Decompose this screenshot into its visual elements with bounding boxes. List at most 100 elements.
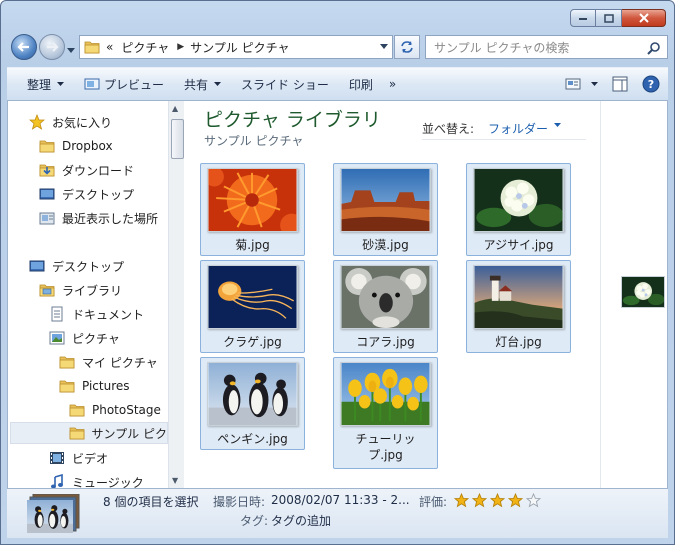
sort-by-dropdown[interactable]: フォルダー xyxy=(488,120,548,137)
preview-label: プレビュー xyxy=(104,77,165,92)
breadcrumb-separator-icon[interactable]: ▶ xyxy=(177,42,184,52)
nav-desktop-favorite[interactable]: デスクトップ xyxy=(38,183,134,205)
thumbnail-image xyxy=(340,265,431,329)
command-bar: 整理 プレビュー 共有 スライド ショー 印刷 » ? xyxy=(7,67,668,101)
nav-desktop[interactable]: デスクトップ xyxy=(28,255,124,277)
star-icon xyxy=(29,114,45,130)
folder-icon xyxy=(59,354,75,370)
nav-libraries[interactable]: ライブラリ xyxy=(38,279,122,301)
file-name: ペンギン.jpg xyxy=(217,432,288,446)
file-tile[interactable]: コアラ.jpg xyxy=(333,260,438,353)
date-taken-value[interactable]: 2008/02/07 11:33 - 2... xyxy=(271,493,410,507)
thumbnail-image xyxy=(340,168,431,232)
change-view-button[interactable] xyxy=(565,77,598,91)
search-input[interactable]: サンプル ピクチャの検索 xyxy=(425,35,668,59)
nav-scrollbar[interactable]: ▲ ▼ xyxy=(168,101,184,488)
documents-icon xyxy=(51,306,63,322)
thumbnail-image xyxy=(207,265,298,329)
star-icon[interactable] xyxy=(508,493,523,508)
thumbnail-image xyxy=(207,362,298,426)
slideshow-button[interactable]: スライド ショー xyxy=(241,76,329,93)
thumbnail-image xyxy=(207,168,298,232)
nav-documents[interactable]: ドキュメント xyxy=(48,303,144,325)
scroll-up-icon[interactable]: ▲ xyxy=(172,104,178,113)
nav-my-pictures[interactable]: マイ ピクチャ xyxy=(58,351,158,373)
desktop-icon xyxy=(29,260,45,272)
pictures-icon xyxy=(49,331,65,345)
nav-dropbox[interactable]: Dropbox xyxy=(38,135,113,157)
breadcrumb-pictures[interactable]: ピクチャ xyxy=(121,39,169,56)
nav-pictures-label: ピクチャ xyxy=(72,331,120,346)
nav-music[interactable]: ミュージック xyxy=(48,471,144,488)
file-tile[interactable]: チューリップ.jpg xyxy=(333,357,438,469)
scrollbar-thumb[interactable] xyxy=(171,119,184,159)
nav-photostage-label: PhotoStage xyxy=(92,403,161,417)
back-button[interactable] xyxy=(11,34,37,60)
slideshow-label: スライド ショー xyxy=(241,77,329,92)
print-button[interactable]: 印刷 xyxy=(349,76,373,93)
scroll-down-icon[interactable]: ▼ xyxy=(172,476,178,485)
chevron-down-icon[interactable] xyxy=(554,123,561,128)
close-button[interactable] xyxy=(622,9,666,27)
minimize-icon xyxy=(579,18,587,20)
address-history-dropdown-icon[interactable] xyxy=(380,44,388,50)
nav-pictures-folder[interactable]: Pictures xyxy=(58,375,130,397)
content-area: お気に入り Dropbox ダウンロード デスクトップ 最近表示した場所 デスク… xyxy=(7,101,668,488)
more-commands-button[interactable]: » xyxy=(389,77,396,91)
recent-places-icon xyxy=(39,212,55,225)
rating-label: 評価: xyxy=(419,495,448,509)
selection-count: 8 個の項目を選択 xyxy=(103,495,199,509)
breadcrumb-sample-pictures[interactable]: サンプル ピクチャ xyxy=(190,39,289,56)
folder-icon xyxy=(69,425,85,441)
star-icon[interactable] xyxy=(490,493,505,508)
forward-button[interactable] xyxy=(39,34,65,60)
file-name: アジサイ.jpg xyxy=(483,238,554,252)
folder-icon xyxy=(69,402,85,418)
nav-videos[interactable]: ビデオ xyxy=(48,447,108,469)
file-tile[interactable]: ペンギン.jpg xyxy=(200,357,305,450)
preview-pane xyxy=(600,101,669,488)
file-tile[interactable]: 灯台.jpg xyxy=(466,260,571,353)
nav-desktop-favorite-label: デスクトップ xyxy=(62,187,135,202)
search-icon[interactable] xyxy=(647,41,661,55)
selection-stack-thumbnail xyxy=(27,494,80,534)
address-bar[interactable]: « ピクチャ ▶ サンプル ピクチャ xyxy=(79,35,393,59)
thumbnail-image xyxy=(473,168,564,232)
rating-stars[interactable] xyxy=(454,493,544,508)
nav-photostage[interactable]: PhotoStage xyxy=(68,399,161,421)
refresh-button[interactable] xyxy=(394,35,420,59)
chevron-down-icon xyxy=(57,81,65,86)
nav-recent-places[interactable]: 最近表示した場所 xyxy=(38,207,158,229)
nav-downloads[interactable]: ダウンロード xyxy=(38,159,134,181)
organize-menu[interactable]: 整理 xyxy=(27,76,65,93)
more-commands-label: » xyxy=(388,77,397,91)
file-tile[interactable]: アジサイ.jpg xyxy=(466,163,571,256)
address-overflow-chevrons[interactable]: « xyxy=(106,40,113,54)
help-button[interactable]: ? xyxy=(642,75,660,93)
file-tile[interactable]: 砂漠.jpg xyxy=(333,163,438,256)
nav-sample-pictures[interactable]: サンプル ピク xyxy=(10,422,168,444)
library-subtitle[interactable]: サンプル ピクチャ xyxy=(204,132,303,149)
star-icon[interactable] xyxy=(472,493,487,508)
tags-value[interactable]: タグの追加 xyxy=(271,512,331,529)
file-tile[interactable]: 菊.jpg xyxy=(200,163,305,256)
explorer-window: « ピクチャ ▶ サンプル ピクチャ サンプル ピクチャの検索 整理 プレビュー… xyxy=(0,0,675,545)
sort-by-label: 並べ替え: xyxy=(422,122,475,136)
preview-pane-toggle[interactable] xyxy=(612,76,628,92)
share-menu[interactable]: 共有 xyxy=(184,76,222,93)
maximize-button[interactable] xyxy=(596,9,622,27)
nav-favorites[interactable]: お気に入り xyxy=(28,111,112,133)
nav-pictures[interactable]: ピクチャ xyxy=(48,327,120,349)
file-tile[interactable]: クラゲ.jpg xyxy=(200,260,305,353)
pane-icon xyxy=(612,76,628,92)
minimize-button[interactable] xyxy=(570,9,596,27)
thumbnail-image xyxy=(473,265,564,329)
file-view: ピクチャ ライブラリ サンプル ピクチャ 並べ替え: フォルダー 菊.jpg 砂… xyxy=(186,101,600,488)
star-icon[interactable] xyxy=(526,493,541,508)
star-icon[interactable] xyxy=(454,493,469,508)
chevron-down-icon xyxy=(591,81,598,86)
nav-videos-label: ビデオ xyxy=(72,451,109,466)
file-name: 砂漠.jpg xyxy=(362,238,409,252)
recent-pages-dropdown[interactable] xyxy=(67,43,75,57)
preview-button[interactable]: プレビュー xyxy=(84,76,164,93)
